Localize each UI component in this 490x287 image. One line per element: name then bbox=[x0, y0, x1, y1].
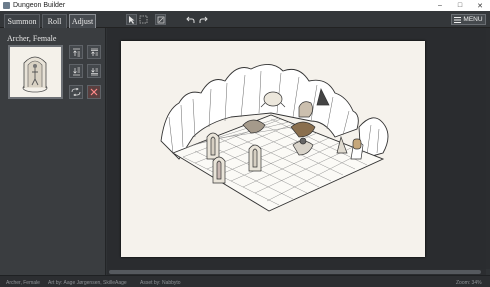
send-backward-button[interactable] bbox=[69, 64, 83, 78]
minimize-button[interactable]: – bbox=[430, 0, 450, 11]
select-box-icon bbox=[139, 15, 148, 24]
redo-icon bbox=[199, 16, 208, 23]
menu-label: MENU bbox=[463, 16, 483, 23]
undo-button[interactable] bbox=[185, 14, 196, 25]
delete-icon bbox=[90, 88, 98, 96]
status-asset-name: Archer, Female bbox=[6, 280, 40, 286]
bring-to-front-button[interactable] bbox=[87, 45, 101, 59]
selected-asset-thumbnail bbox=[8, 45, 63, 99]
frame-icon bbox=[157, 16, 164, 23]
bring-forward-icon bbox=[72, 48, 80, 56]
delete-button[interactable] bbox=[87, 85, 101, 99]
pointer-tool-button[interactable] bbox=[126, 14, 137, 25]
redo-button[interactable] bbox=[198, 14, 209, 25]
top-toolbar: Summon Roll Adjust MENU bbox=[0, 11, 490, 28]
bring-to-front-icon bbox=[90, 48, 98, 56]
send-to-back-button[interactable] bbox=[87, 64, 101, 78]
frame-tool-button[interactable] bbox=[155, 14, 166, 25]
menu-button[interactable]: MENU bbox=[451, 14, 486, 25]
vertical-scrollbar[interactable] bbox=[486, 28, 490, 269]
send-to-back-icon bbox=[90, 67, 98, 75]
zoom-level: Zoom: 34% bbox=[456, 280, 482, 286]
flip-button[interactable] bbox=[69, 85, 83, 99]
undo-icon bbox=[186, 16, 195, 23]
adjust-panel: Archer, Female bbox=[0, 28, 106, 275]
select-box-tool-button[interactable] bbox=[138, 14, 149, 25]
flip-icon bbox=[71, 88, 81, 96]
status-asset-credit: Asset by: Nabbyto bbox=[140, 280, 181, 286]
maximize-button[interactable]: □ bbox=[450, 0, 470, 11]
tab-adjust[interactable]: Adjust bbox=[69, 14, 96, 28]
window-title: Dungeon Builder bbox=[13, 2, 66, 9]
pointer-icon bbox=[129, 15, 135, 24]
bring-forward-button[interactable] bbox=[69, 45, 83, 59]
status-art-credit: Art by: Aage Jørgensen, SkilleAage bbox=[48, 280, 127, 286]
status-bar: Archer, Female Art by: Aage Jørgensen, S… bbox=[0, 275, 490, 287]
tab-roll[interactable]: Roll bbox=[42, 14, 67, 28]
window-titlebar: Dungeon Builder – □ ✕ bbox=[0, 0, 490, 11]
close-window-button[interactable]: ✕ bbox=[470, 0, 490, 11]
tab-summon[interactable]: Summon bbox=[4, 14, 40, 28]
hamburger-icon bbox=[454, 16, 462, 23]
dungeon-map-illustration bbox=[160, 64, 389, 212]
send-backward-icon bbox=[72, 67, 80, 75]
map-page[interactable] bbox=[121, 41, 425, 257]
app-icon bbox=[3, 2, 10, 9]
horizontal-scroll-thumb[interactable] bbox=[109, 270, 481, 274]
map-canvas[interactable] bbox=[107, 28, 486, 269]
selected-asset-name: Archer, Female bbox=[7, 34, 57, 43]
